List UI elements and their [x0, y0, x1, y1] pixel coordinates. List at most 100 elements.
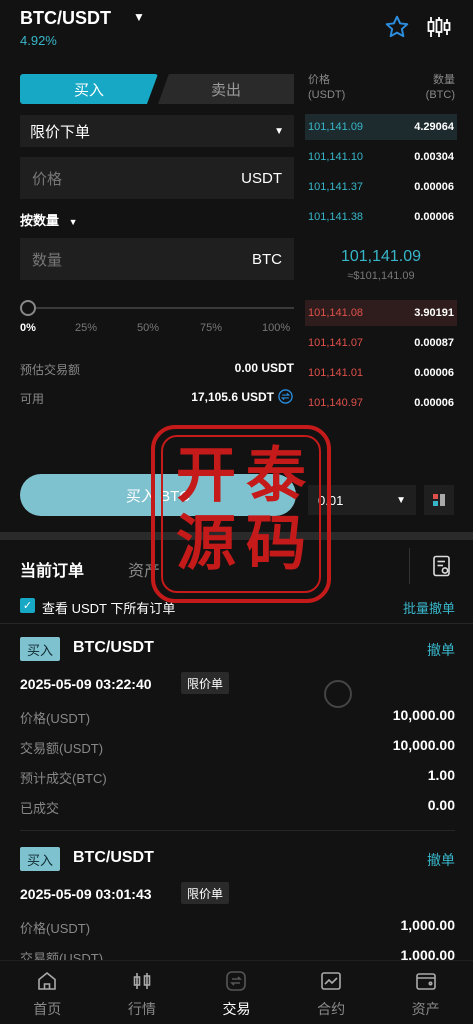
- star-icon[interactable]: [384, 14, 410, 40]
- cancel-all-button[interactable]: 批量撤单: [403, 598, 455, 617]
- order-field-label: 价格(USDT): [20, 711, 91, 726]
- nav-label: 资产: [411, 1001, 440, 1017]
- order-side-badge: 买入: [20, 637, 60, 661]
- nav-label: 合约: [317, 1001, 346, 1017]
- tab-current-orders[interactable]: 当前订单: [20, 557, 84, 581]
- ask-qty: 0.00006: [414, 181, 454, 193]
- ask-price: 101,141.09: [308, 121, 364, 133]
- sell-tab[interactable]: 卖出: [158, 74, 294, 104]
- trade-icon: [226, 971, 247, 991]
- order-time: 2025-05-09 03:22:40: [20, 676, 152, 692]
- candlestick-icon[interactable]: [426, 14, 452, 40]
- ask-price: 101,141.37: [308, 181, 364, 193]
- bid-price: 101,140.97: [308, 397, 364, 409]
- bottom-nav: 首页 行情 交易 合约 资产: [0, 960, 473, 1024]
- tab-divider: [409, 548, 410, 584]
- buy-tab[interactable]: 买入: [20, 74, 158, 104]
- touch-indicator: [324, 680, 352, 708]
- bid-qty: 0.00006: [414, 397, 454, 409]
- order-field-value: 10,000.00: [392, 707, 455, 723]
- amount-mode-select[interactable]: 按数量 ▼: [20, 210, 78, 229]
- order-field-label: 交易额(USDT): [20, 741, 104, 756]
- last-price: 101,141.09: [340, 248, 422, 265]
- ask-row[interactable]: 101,141.09 4.29064: [305, 114, 457, 140]
- pair-title[interactable]: BTC/USDT: [20, 8, 111, 29]
- price-placeholder: 价格: [32, 170, 63, 188]
- order-type-badge: 限价单: [181, 672, 230, 694]
- price-input[interactable]: 价格 USDT: [20, 157, 294, 199]
- order-pair: BTC/USDT: [73, 849, 154, 866]
- home-icon: [38, 971, 57, 990]
- bid-row[interactable]: 101,140.97 0.00006: [305, 390, 457, 416]
- bid-price: 101,141.01: [308, 367, 364, 379]
- ask-qty: 0.00304: [414, 151, 454, 163]
- ask-qty: 0.00006: [414, 211, 454, 223]
- orderbook-price-header: 价格 (USDT): [308, 74, 346, 101]
- orderbook-layout-button[interactable]: [424, 485, 454, 515]
- order-type-select[interactable]: 限价下单 ▼: [20, 115, 294, 147]
- nav-contract[interactable]: 合约: [284, 961, 379, 1024]
- slider-label-100: 100%: [262, 322, 291, 334]
- bid-qty: 3.90191: [414, 307, 454, 319]
- slider-label-75: 75%: [200, 322, 223, 334]
- chevron-down-icon: ▼: [274, 125, 284, 137]
- quantity-input[interactable]: 数量 BTC: [20, 238, 294, 280]
- nav-trade[interactable]: 交易: [189, 961, 284, 1024]
- nav-label: 首页: [33, 1001, 62, 1017]
- orderbook-layout-icon: [433, 494, 445, 506]
- order-history-icon[interactable]: [432, 555, 452, 577]
- transfer-icon[interactable]: [278, 389, 293, 404]
- slider-label-0: 0%: [20, 322, 36, 334]
- order-side-badge: 买入: [20, 847, 60, 871]
- bid-price: 101,141.08: [308, 307, 364, 319]
- order-pair: BTC/USDT: [73, 639, 154, 656]
- price-unit: USDT: [241, 169, 282, 187]
- estimated-amount-label: 预估交易额: [20, 363, 81, 377]
- available-label: 可用: [20, 392, 45, 406]
- bid-row[interactable]: 101,141.01 0.00006: [305, 360, 457, 386]
- cancel-order-button[interactable]: 撤单: [427, 850, 455, 870]
- last-price-fiat: ≈$101,141.09: [347, 270, 415, 282]
- estimated-amount-value: 0.00 USDT: [234, 361, 294, 375]
- bid-price: 101,141.07: [308, 337, 364, 349]
- seal-text: 开 泰 源 码: [176, 441, 306, 579]
- nav-assets[interactable]: 资产: [378, 961, 473, 1024]
- chevron-down-icon: ▼: [68, 217, 78, 227]
- chevron-down-icon: ▼: [396, 494, 406, 506]
- order-field-label: 价格(USDT): [20, 921, 91, 936]
- ask-price: 101,141.38: [308, 211, 364, 223]
- price-change: 4.92%: [20, 33, 57, 48]
- slider-label-50: 50%: [137, 322, 160, 334]
- pair-dropdown-icon[interactable]: ▼: [133, 10, 145, 24]
- ask-row[interactable]: 101,141.10 0.00304: [305, 144, 457, 170]
- divider: [20, 830, 455, 831]
- cancel-order-button[interactable]: 撤单: [427, 640, 455, 660]
- ask-row[interactable]: 101,141.38 0.00006: [305, 204, 457, 230]
- check-icon: ✓: [22, 600, 33, 612]
- slider-handle[interactable]: [20, 300, 36, 316]
- order-field-label: 已成交: [20, 801, 60, 816]
- order-time: 2025-05-09 03:01:43: [20, 886, 152, 902]
- order-field-label: 预计成交(BTC): [20, 771, 107, 786]
- ask-row[interactable]: 101,141.37 0.00006: [305, 174, 457, 200]
- amount-slider[interactable]: [28, 307, 294, 309]
- orderbook-qty-header: 数量 (BTC): [425, 74, 455, 101]
- quantity-placeholder: 数量: [32, 251, 63, 269]
- show-all-checkbox[interactable]: ✓: [20, 598, 35, 613]
- order-field-value: 10,000.00: [392, 737, 455, 753]
- show-all-label: 查看 USDT 下所有订单: [42, 601, 176, 616]
- nav-label: 行情: [127, 1001, 156, 1017]
- slider-label-25: 25%: [75, 322, 98, 334]
- amount-mode-label: 按数量: [20, 213, 60, 228]
- bid-row[interactable]: 101,141.08 3.90191: [305, 300, 457, 326]
- available-value: 17,105.6 USDT: [191, 390, 274, 404]
- bid-row[interactable]: 101,141.07 0.00087: [305, 330, 457, 356]
- order-type-badge: 限价单: [181, 882, 230, 904]
- bid-qty: 0.00087: [414, 337, 454, 349]
- nav-label: 交易: [222, 1001, 251, 1017]
- quantity-unit: BTC: [252, 250, 282, 268]
- bid-qty: 0.00006: [414, 367, 454, 379]
- nav-market[interactable]: 行情: [95, 961, 190, 1024]
- nav-home[interactable]: 首页: [0, 961, 95, 1024]
- contract-icon: [321, 972, 341, 990]
